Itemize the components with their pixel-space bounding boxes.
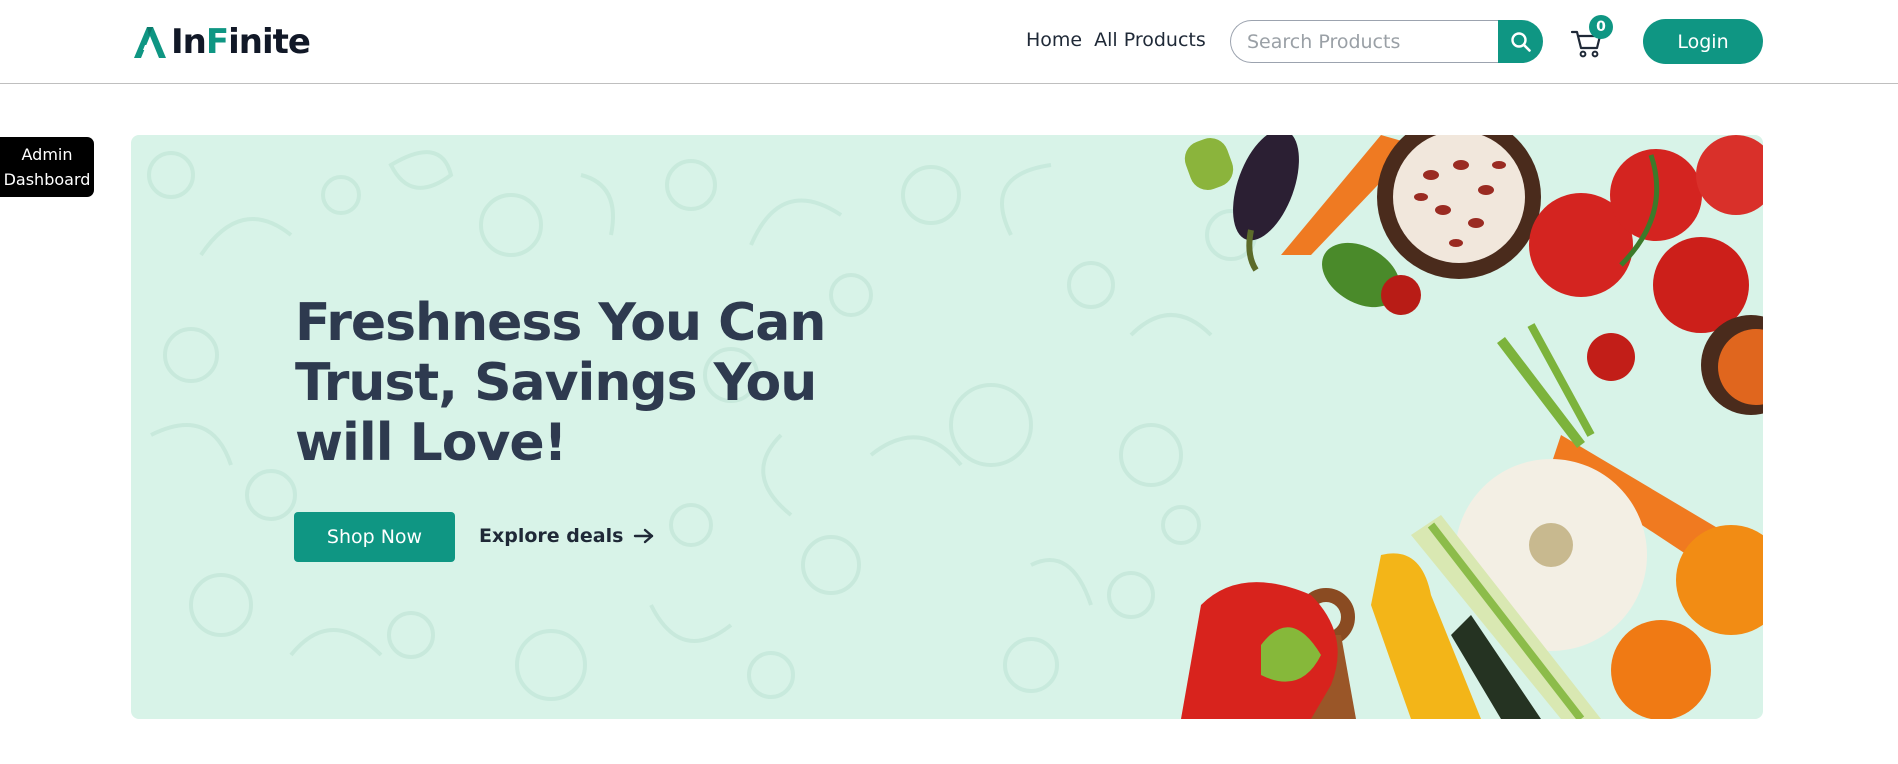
logo-icon [134, 27, 166, 58]
shop-now-button[interactable]: Shop Now [294, 512, 455, 562]
nav-home-link[interactable]: Home [1026, 29, 1082, 51]
hero-title: Freshness You Can Trust, Savings You wil… [295, 293, 895, 473]
vegetables-image [1181, 135, 1763, 719]
explore-deals-link[interactable]: Explore deals [479, 525, 655, 547]
explore-deals-label: Explore deals [479, 525, 624, 547]
search-input[interactable] [1230, 20, 1498, 63]
admin-dashboard-button[interactable]: Admin Dashboard [0, 137, 94, 197]
search-icon [1510, 31, 1531, 52]
admin-label-line1: Admin [21, 145, 73, 164]
brand-logo[interactable]: InFinite [131, 22, 311, 62]
brand-name: InFinite [171, 22, 311, 62]
arrow-right-icon [634, 528, 654, 544]
hero-banner: Freshness You Can Trust, Savings You wil… [131, 135, 1763, 719]
nav-all-products-link[interactable]: All Products [1094, 29, 1206, 51]
search-bar [1230, 20, 1543, 63]
search-button[interactable] [1498, 20, 1543, 63]
hero-title-line2: Trust, Savings You [295, 353, 817, 413]
login-button[interactable]: Login [1643, 19, 1763, 64]
cart-count-badge: 0 [1589, 15, 1613, 39]
hero-title-line3: will Love! [295, 413, 567, 473]
admin-label-line2: Dashboard [3, 170, 91, 189]
hero-title-line1: Freshness You Can [295, 293, 826, 353]
site-header: InFinite Home All Products 0 Login [0, 0, 1898, 84]
main-nav: Home All Products [1026, 29, 1206, 51]
